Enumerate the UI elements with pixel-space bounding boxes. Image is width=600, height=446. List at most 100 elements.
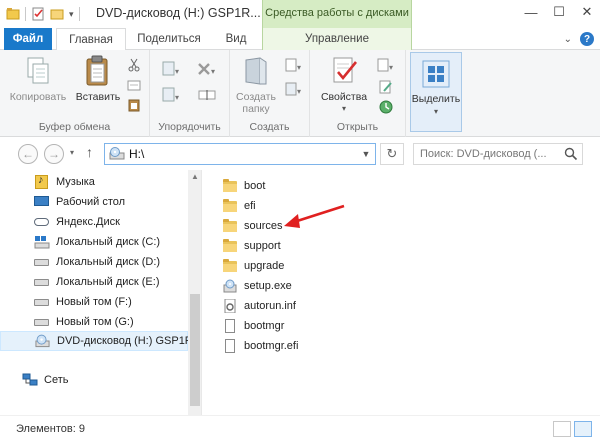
expand-ribbon-icon[interactable]: ⌄ [564,34,572,45]
title-bar: ▾ DVD-дисковод (H:) GSP1R... Средства ра… [0,0,600,30]
tab-share[interactable]: Поделиться [132,28,206,50]
organize-group-label: Упорядочить [158,121,221,133]
back-button[interactable]: ← [18,144,38,164]
move-to-button[interactable]: ▾ [160,60,186,78]
recent-locations-icon[interactable]: ▾ [70,148,74,157]
clipboard-group: Копировать Вставить Буфер обмена [0,50,150,137]
nav-item-drive-d[interactable]: Локальный диск (D:) [0,252,188,272]
nav-item-dvd-drive[interactable]: DVD-дисковод (H:) GSP1R [0,331,193,351]
forward-button[interactable]: → [44,144,64,164]
cut-button[interactable] [124,56,144,74]
nav-item-label: Рабочий стол [56,196,126,208]
folder-icon [222,239,238,253]
new-folder-button[interactable]: Создать папку [234,54,278,115]
file-name: autorun.inf [244,300,296,312]
list-item-folder[interactable]: efi [222,196,256,216]
nav-item-drive-e[interactable]: Локальный диск (E:) [0,272,188,292]
nav-item-label: Локальный диск (D:) [56,256,161,268]
scroll-thumb[interactable] [190,294,200,406]
rename-button[interactable] [194,86,222,104]
address-dropdown-icon[interactable]: ▼ [357,144,375,164]
paste-shortcut-button[interactable] [124,96,144,114]
properties-quick-icon[interactable] [31,7,45,21]
copy-path-icon [127,80,141,91]
nav-item-label: Новый том (F:) [56,296,132,308]
nav-item-drive-c[interactable]: Локальный диск (C:) [0,232,188,252]
qat-dropdown-icon[interactable]: ▾ [69,9,74,20]
copy-to-button[interactable]: ▾ [160,86,186,104]
nav-item-yandex-disk[interactable]: Яндекс.Диск [0,212,188,232]
copy-path-button[interactable] [124,76,144,94]
file-icon [222,339,238,353]
list-item-folder[interactable]: upgrade [222,256,284,276]
minimize-button[interactable]: — [522,4,540,20]
drive-icon [34,315,50,329]
nav-scrollbar[interactable]: ▲ [188,170,201,415]
easy-access-icon: ▾ [285,82,301,96]
tab-home[interactable]: Главная [56,28,126,51]
details-view-button[interactable] [553,421,571,437]
history-button[interactable] [374,98,398,116]
maximize-button[interactable]: ☐ [550,4,568,20]
nav-item-label: Новый том (G:) [56,316,134,328]
ribbon-right-controls: ⌄ ? [564,32,594,46]
list-item-folder[interactable]: sources [222,216,283,236]
paste-button[interactable]: Вставить [74,54,122,103]
close-button[interactable]: ✕ [578,4,596,20]
list-item-file[interactable]: autorun.inf [222,296,296,316]
copy-icon [22,54,54,88]
edit-button[interactable] [374,78,398,96]
svg-text:▾: ▾ [297,63,301,72]
properties-label: Свойства [320,91,368,103]
up-button[interactable]: ↑ [86,144,93,160]
nav-item-music[interactable]: Музыка [0,172,188,192]
address-bar[interactable]: H:\ ▼ [104,143,376,165]
folder-icon [222,179,238,193]
nav-item-label: Локальный диск (E:) [56,276,160,288]
nav-item-label: Локальный диск (C:) [56,236,161,248]
refresh-button[interactable]: ↻ [380,143,404,165]
list-item-folder[interactable]: support [222,236,281,256]
list-item-file[interactable]: setup.exe [222,276,292,296]
move-to-icon: ▾ [162,61,179,76]
new-folder-quick-icon[interactable] [50,7,64,21]
open-file-button[interactable]: ▾ [374,56,398,74]
help-icon[interactable]: ? [580,32,594,46]
properties-dropdown-icon[interactable]: ▾ [342,103,346,115]
nav-item-network[interactable]: Сеть [0,370,188,390]
tab-manage[interactable]: Управление [262,28,412,50]
tab-view[interactable]: Вид [212,28,260,50]
svg-text:▾: ▾ [175,93,179,102]
list-view-button[interactable] [574,421,592,437]
nav-item-label: Сеть [44,374,69,386]
annotation-arrow [284,204,345,228]
search-box[interactable]: Поиск: DVD-дисковод (... [413,143,583,165]
new-folder-icon [240,54,272,88]
drive-icon [34,255,50,269]
edit-icon [379,80,392,94]
nav-item-label: DVD-дисковод (H:) GSP1R [57,335,193,347]
drive-icon [34,275,50,289]
tab-file[interactable]: Файл [4,28,52,50]
properties-button[interactable]: Свойства ▾ [316,54,372,115]
settings-file-icon [222,298,238,314]
nav-item-drive-g[interactable]: Новый том (G:) [0,312,188,332]
search-icon[interactable] [564,147,578,161]
scroll-up-icon[interactable]: ▲ [188,170,201,184]
new-item-button[interactable]: ▾ [282,56,306,74]
delete-button[interactable]: ▾ [194,60,222,78]
ribbon: Копировать Вставить Буфер обмена ▾ ▾ ▾ У… [0,50,600,137]
nav-item-drive-f[interactable]: Новый том (F:) [0,292,188,312]
list-item-file[interactable]: bootmgr [222,316,284,336]
list-item-file[interactable]: bootmgr.efi [222,336,298,356]
nav-item-label: Музыка [56,176,95,188]
select-button[interactable]: Выделить ▾ [410,52,462,132]
select-all-icon [422,60,450,88]
list-item-folder[interactable]: boot [222,176,265,196]
easy-access-button[interactable]: ▾ [282,80,306,98]
file-name: bootmgr.efi [244,340,299,352]
organize-group: ▾ ▾ ▾ Упорядочить [150,50,230,137]
nav-item-desktop[interactable]: Рабочий стол [0,192,188,212]
copy-button[interactable]: Копировать [8,54,68,103]
folder-icon [222,259,238,273]
